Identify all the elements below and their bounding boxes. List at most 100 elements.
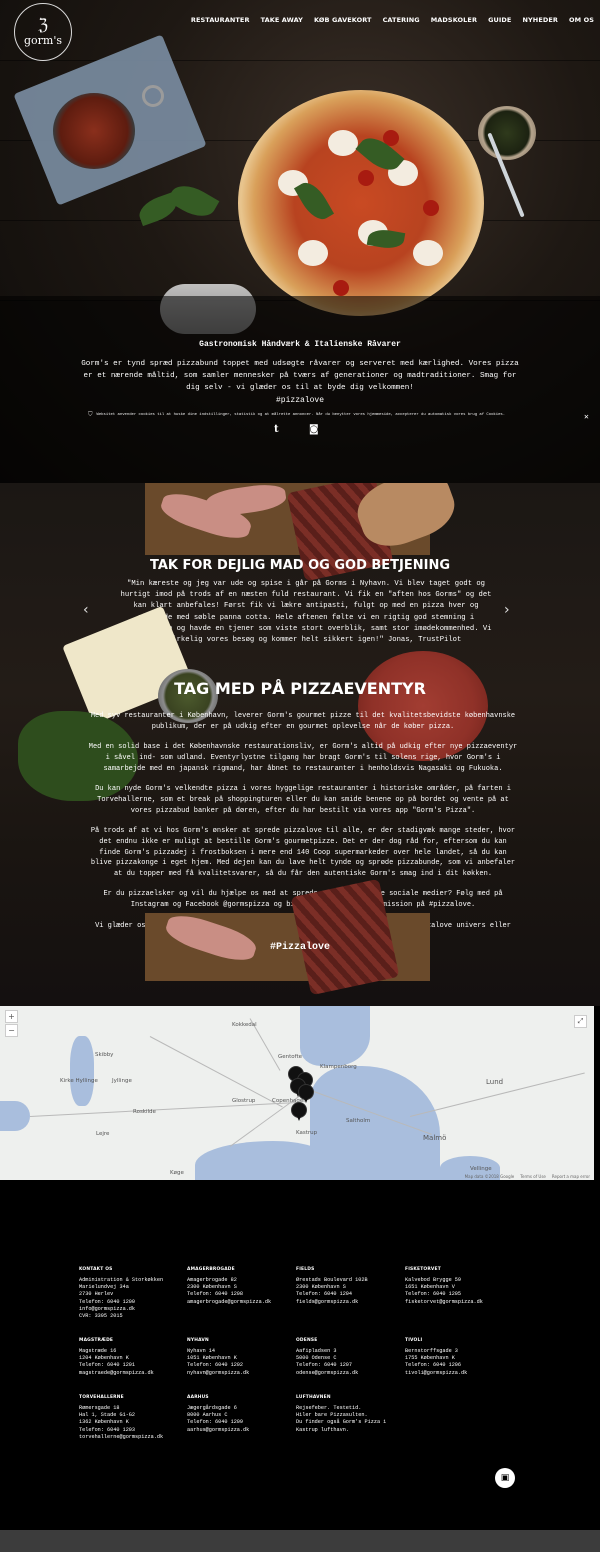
map-place-label: Lejre [96, 1131, 110, 1137]
footer-column-title: MAGSTRÆDE [79, 1338, 114, 1343]
footer-column-title: AMAGERBROGADE [187, 1267, 235, 1272]
nav-item-catering[interactable]: CATERING [383, 16, 420, 24]
adventure-paragraph: På trods af at vi hos Gorm's ønsker at s… [90, 827, 516, 878]
adventure-paragraph: Med en solid base i det Københavnske res… [88, 743, 518, 773]
footer-line: Kastrup lufthavn. [296, 1426, 349, 1433]
footer-email-link[interactable]: magstraede@gormspizza.dk [79, 1370, 189, 1377]
footer-line: Jægergårdsgade 6 [187, 1405, 237, 1411]
footer-badge-icon[interactable]: ▣ [495, 1468, 515, 1488]
footer-email-link[interactable]: nyhavn@gormspizza.dk [187, 1370, 297, 1377]
map-place-label: Gentofte [278, 1054, 303, 1060]
carousel-prev-icon[interactable]: ‹ [83, 602, 89, 618]
footer-line: 2730 Herlev [79, 1291, 114, 1298]
map-place-label: Kastrup [296, 1130, 318, 1136]
footer-column-title: FIELDS [296, 1267, 315, 1272]
footer-line: Amagerbrogade 82 [187, 1277, 237, 1283]
footer-line: 1204 København K [79, 1355, 129, 1362]
footer-column-torvehallerne: TORVEHALLERNE Rømersgade 18 Hal 1, Stade… [79, 1395, 189, 1441]
footer-column-title: ODENSE [296, 1338, 318, 1343]
map-place-label: Skibby [95, 1052, 114, 1058]
shield-icon: ⛉ [88, 411, 93, 418]
terms-link[interactable]: Terms of Use [520, 1174, 546, 1179]
nav-item-nyheder[interactable]: NYHEDER [522, 16, 558, 24]
footer-line: Marielundvej 34a [79, 1284, 129, 1291]
footer-line: Bernstorffsgade 3 [405, 1348, 458, 1354]
footer-column-odense: ODENSE Aafipladsen 3 5000 Odense C Telef… [296, 1338, 406, 1377]
close-icon[interactable]: ✕ [584, 412, 589, 422]
logo-mark-icon: ℨ [38, 15, 48, 34]
footer-column-fields: FIELDS Ørestads Boulevard 102B 2300 Købe… [296, 1267, 406, 1306]
footer-email-link[interactable]: amagerbrogade@gormspizza.dk [187, 1299, 297, 1306]
adventure-paragraph: Med syv restauranter i København, levere… [90, 712, 516, 731]
location-map[interactable]: Kokkedal Gentofte Klampenborg Copenhagen… [0, 1006, 594, 1180]
footer-line: 1651 København V [405, 1284, 455, 1291]
nav-item-guide[interactable]: GUIDE [488, 16, 511, 24]
footer-line: Ørestads Boulevard 102B [296, 1277, 368, 1283]
footer-column-aarhus: AARHUS Jægergårdsgade 6 8000 Aarhus C Te… [187, 1395, 297, 1434]
footer-line: 1051 København K [187, 1355, 237, 1362]
footer-email-link[interactable]: odense@gormspizza.dk [296, 1370, 406, 1377]
footer-line: Magstræde 16 [79, 1348, 117, 1354]
footer-line: Aafipladsen 3 [296, 1348, 337, 1354]
map-place-label: Kokkedal [232, 1022, 257, 1028]
footer-line: Administration & Storkøkken [79, 1277, 164, 1283]
footer-column-title: KONTAKT OS [79, 1267, 113, 1272]
footer-line: Telefon: 6040 1200 [79, 1298, 136, 1305]
logo[interactable]: ℨ gorm's [14, 3, 72, 61]
tumblr-icon[interactable]: t [274, 424, 279, 435]
footer-line: Telefon: 6040 1202 [187, 1362, 244, 1369]
adventure-paragraph: Du kan nyde Gorm's velkendte pizza i vor… [95, 785, 511, 815]
map-place-label: Saltholm [346, 1118, 371, 1124]
footer-line: Telefon: 6040 1206 [405, 1362, 462, 1369]
footer-line: 2300 København S [296, 1284, 346, 1291]
footer-line: Telefon: 6040 1204 [296, 1291, 353, 1298]
adventure-hashtag: #Pizzalove [269, 942, 330, 953]
hero-hashtag: #pizzalove [275, 396, 324, 405]
footer-line: Telefon: 6040 1209 [187, 1419, 244, 1426]
ring-image [142, 85, 164, 107]
oil-bowl-image [478, 106, 536, 160]
footer-column-title: LUFTHAVNEN [296, 1395, 331, 1400]
footer-line: 1755 København K [405, 1355, 455, 1362]
footer-email-link[interactable]: tivoli@gormspizza.dk [405, 1370, 515, 1377]
sauce-bowl-image [53, 93, 135, 169]
map-place-label: Glostrup [232, 1098, 256, 1104]
footer: KONTAKT OS Administration & Storkøkken M… [0, 1180, 600, 1530]
nav-item-om-os[interactable]: OM OS [569, 16, 594, 24]
footer-line: Telefon: 6040 1201 [79, 1362, 136, 1369]
map-place-label: Lund [486, 1078, 504, 1086]
footer-column-amagerbrogade: AMAGERBROGADE Amagerbrogade 82 2300 Købe… [187, 1267, 297, 1306]
footer-email-link[interactable]: torvehallerne@gormspizza.dk [79, 1434, 189, 1441]
nav-item-madskoler[interactable]: MADSKOLER [431, 16, 477, 24]
nav-item-gavekort[interactable]: KØB GAVEKORT [314, 16, 372, 24]
footer-column-title: TIVOLI [405, 1338, 423, 1343]
footer-email-link[interactable]: info@gormspizza.dk [79, 1306, 189, 1313]
report-error-link[interactable]: Report a map error [552, 1174, 590, 1179]
footer-column-title: NYHAVN [187, 1338, 209, 1343]
footer-email-link[interactable]: fisketorvet@gormspizza.dk [405, 1299, 515, 1306]
map-place-label: Jyllinge [112, 1078, 132, 1084]
hero-title: Gastronomisk Håndværk & Italienske Råvar… [199, 340, 401, 349]
cookie-banner: ⛉ Websitet anvender cookies til at huske… [88, 411, 588, 419]
map-marker[interactable] [291, 1102, 307, 1121]
zoom-out-button[interactable]: − [5, 1024, 18, 1037]
fullscreen-button[interactable]: ⤢ [574, 1015, 587, 1028]
carousel-next-icon[interactable]: › [504, 602, 510, 618]
footer-column-nyhavn: NYHAVN Nyhavn 14 1051 København K Telefo… [187, 1338, 297, 1377]
pizza-image [238, 90, 484, 316]
footer-email-link[interactable]: aarhus@gormspizza.dk [187, 1427, 297, 1434]
testimonial-heading: TAK FOR DEJLIG MAD OG GOD BETJENING [149, 558, 451, 573]
footer-line: Telefon: 6040 1205 [405, 1291, 462, 1298]
map-marker[interactable] [298, 1084, 314, 1103]
zoom-in-button[interactable]: + [5, 1010, 18, 1023]
instagram-icon[interactable]: ◙ [309, 424, 319, 435]
footer-line: 1362 København K [79, 1419, 129, 1426]
nav-item-take-away[interactable]: TAKE AWAY [261, 16, 303, 24]
map-place-label: Vellinge [470, 1166, 492, 1172]
bottom-bar [0, 1530, 600, 1552]
footer-email-link[interactable]: fields@gormspizza.dk [296, 1299, 406, 1306]
map-place-label: Malmö [423, 1134, 447, 1142]
map-attribution: Map data ©2018 Google Terms of Use Repor… [465, 1174, 590, 1179]
nav-item-restauranter[interactable]: RESTAURANTER [191, 16, 250, 24]
content-section: TAK FOR DEJLIG MAD OG GOD BETJENING "Min… [0, 483, 600, 1006]
